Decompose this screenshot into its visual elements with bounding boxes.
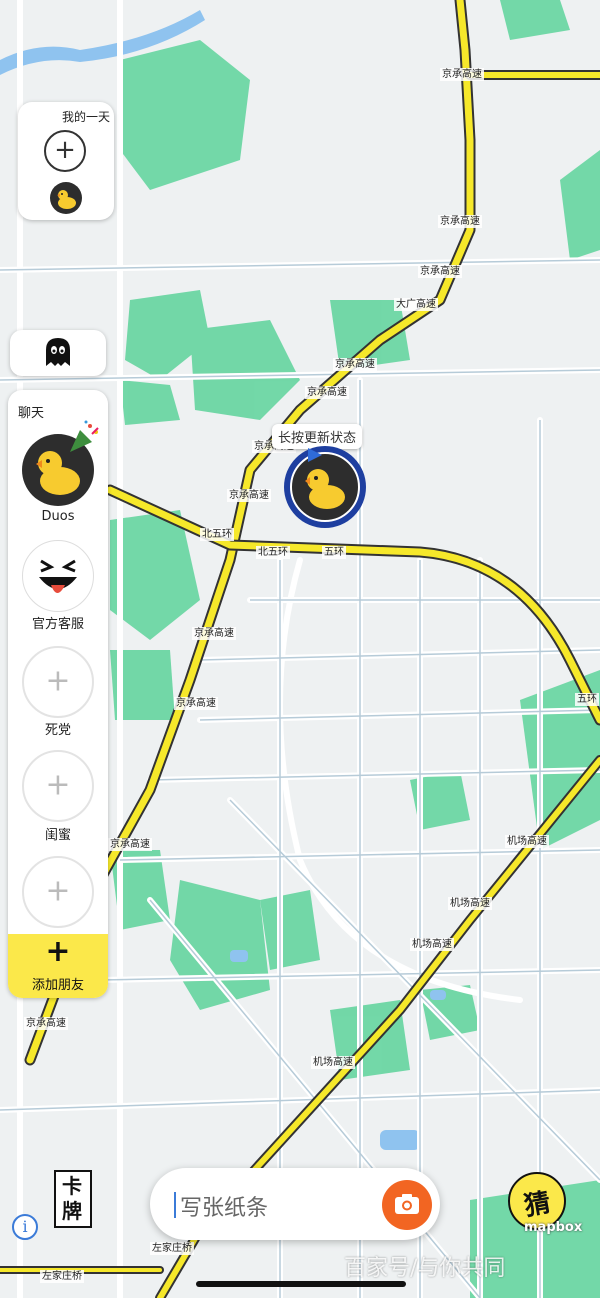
ghost-icon [46,338,70,366]
road-label: 京承高速 [24,1017,68,1030]
chat-label-girlfriend: 闺蜜 [44,828,71,843]
ghost-mode-button[interactable] [10,330,106,376]
plus-icon: + [45,663,71,699]
my-day-avatar[interactable] [50,182,82,214]
add-day-button[interactable]: + [44,130,86,172]
my-day-title: 我的一天 [62,110,111,124]
road-label: 左家庄桥 [40,1270,84,1283]
road-label: 五环 [575,693,599,706]
chat-add-slot-button[interactable]: + [22,856,94,928]
camera-icon [395,1194,419,1214]
road-label: 京承高速 [418,265,462,278]
chat-add-girlfriend-button[interactable]: + [22,750,94,822]
chat-label-duos: Duos [41,509,75,524]
chat-label-bestie: 死党 [44,723,71,738]
chat-avatar-support[interactable] [22,540,94,612]
road-label: 京承高速 [227,489,271,502]
road-label: 京承高速 [174,697,218,710]
road-label: 京承高速 [438,215,482,228]
chat-panel: 聊天 Duos 官方客服 + 死党 + 闺蜜 + + 添加朋友 [8,390,108,998]
user-location-marker[interactable] [284,446,366,528]
duck-icon [305,469,345,509]
road-label: 大广高速 [394,298,438,311]
chat-add-bestie-button[interactable]: + [22,646,94,718]
card-button-label: 卡牌 [62,1174,82,1223]
road-label: 机场高速 [505,835,549,848]
tongue-face-icon [39,559,77,593]
heading-arrow-icon [308,448,322,462]
chat-label-support: 官方客服 [31,617,84,632]
road-label: 北五环 [256,546,290,559]
road-label: 机场高速 [410,938,454,951]
card-button[interactable]: 卡牌 [54,1170,92,1228]
plus-icon: + [45,934,71,969]
user-avatar [290,452,360,522]
camera-button[interactable] [382,1180,432,1230]
note-input-placeholder: 写张纸条 [180,1196,269,1221]
road-label: 京承高速 [108,838,152,851]
road-label: 机场高速 [311,1056,355,1069]
plus-icon: + [45,873,71,909]
add-friend-button[interactable]: + 添加朋友 [8,934,108,998]
watermark: 百家号/与你共同 [344,1256,506,1281]
add-friend-label: 添加朋友 [31,978,84,993]
road-label: 左家庄桥 [150,1242,194,1255]
road-label: 京承高速 [192,627,236,640]
home-indicator [196,1281,406,1287]
plus-icon: + [54,134,76,165]
road-label: 机场高速 [448,897,492,910]
chat-header: 聊天 [18,406,45,421]
info-button[interactable]: i [12,1214,38,1240]
map-attribution: mapbox [524,1220,583,1235]
duck-icon [57,190,76,209]
road-label: 五环 [322,546,346,559]
info-icon: i [22,1217,28,1236]
note-input-bar[interactable]: 写张纸条 [150,1168,440,1240]
road-label: 北五环 [200,528,234,541]
road-label: 京承高速 [305,386,349,399]
road-label: 京承高速 [333,358,377,371]
party-popper-icon [70,420,99,452]
road-label: 京承高速 [440,68,484,81]
guess-button-label: 猜 [522,1187,553,1222]
text-cursor [174,1192,176,1218]
plus-icon: + [45,767,71,803]
